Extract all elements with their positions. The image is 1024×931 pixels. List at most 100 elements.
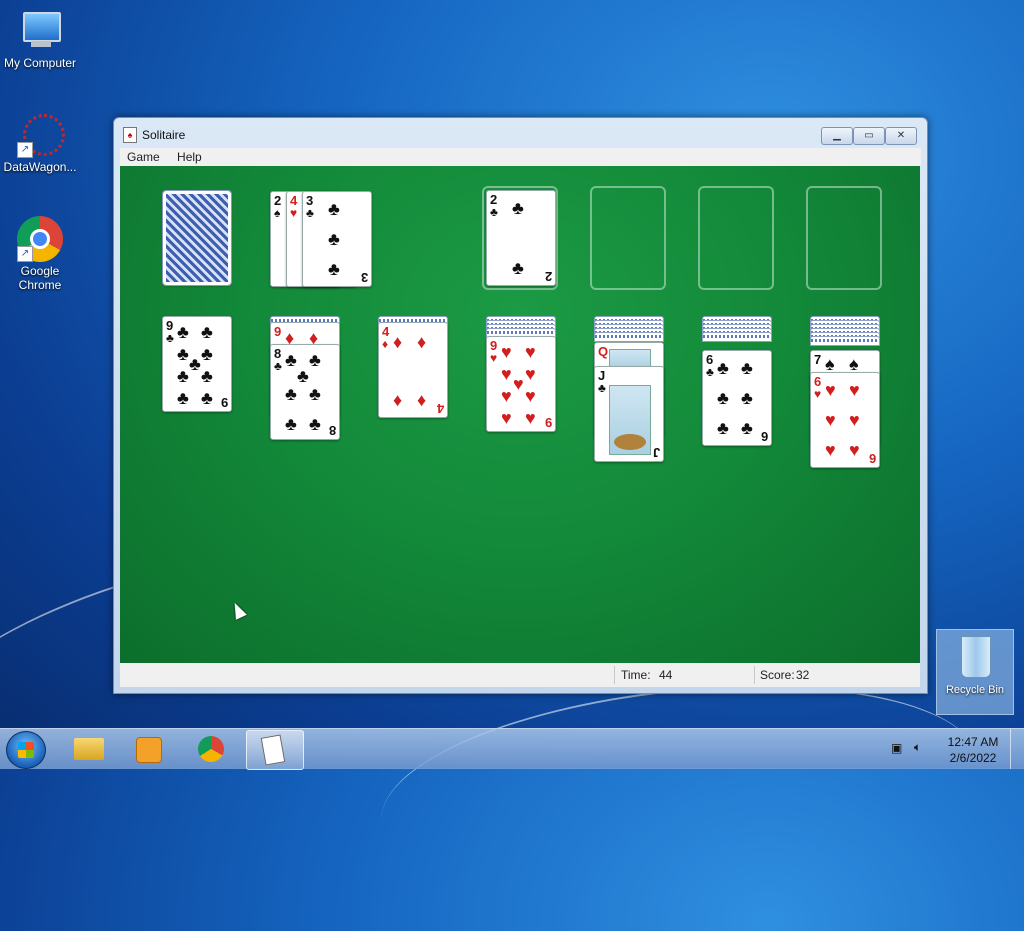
- spade-icon: ♠: [849, 354, 859, 374]
- desktop-icon-label: My Computer: [3, 56, 77, 70]
- club-icon: ♣: [717, 418, 729, 438]
- card-rank: 8: [328, 423, 336, 438]
- window-title: Solitaire: [142, 128, 186, 142]
- network-icon[interactable]: ▣: [891, 741, 902, 755]
- tableau-card[interactable]: 8 ♣ ♣ ♣ ♣ ♣ ♣ ♣ ♣ 8: [270, 344, 340, 440]
- chrome-icon: ↗: [17, 216, 63, 262]
- score-label: Score:: [760, 668, 795, 682]
- heart-icon: ♥: [501, 386, 512, 406]
- club-icon: ♣: [309, 350, 321, 370]
- start-button[interactable]: [6, 731, 46, 769]
- volume-icon[interactable]: 🔈︎: [914, 740, 921, 755]
- close-button[interactable]: ✕: [885, 127, 917, 145]
- heart-icon: ♥: [525, 408, 536, 428]
- club-icon: ♣: [598, 381, 606, 395]
- club-icon: ♣: [201, 388, 213, 408]
- menu-game[interactable]: Game: [120, 148, 167, 164]
- card-rank: 3: [360, 270, 368, 285]
- club-icon: ♣: [717, 388, 729, 408]
- foundation-slot-4[interactable]: [806, 186, 882, 290]
- heart-icon: ♥: [513, 374, 524, 394]
- desktop-icon-my-computer[interactable]: My Computer: [0, 8, 80, 70]
- menu-help[interactable]: Help: [170, 148, 209, 164]
- diamond-icon: ♦: [393, 390, 403, 410]
- tableau-card[interactable]: 9 ♥ ♥ ♥ ♥ ♥ ♥ ♥ ♥ ♥ ♥ 9: [486, 336, 556, 432]
- tableau-card[interactable]: 6 ♣ ♣ ♣ ♣ ♣ ♣ ♣ 6: [702, 350, 772, 446]
- heart-icon: ♥: [825, 440, 836, 460]
- heart-icon: ♥: [525, 364, 536, 384]
- club-icon: ♣: [741, 358, 753, 378]
- clock-date[interactable]: 2/6/2022: [944, 751, 1002, 765]
- windows-logo-icon: [18, 742, 34, 758]
- recycle-bin-icon: [961, 636, 991, 678]
- taskbar: ▣ 🔈︎ 12:47 AM 2/6/2022: [0, 728, 1024, 770]
- menu-bar: Game Help: [120, 148, 921, 166]
- media-player-icon: [136, 737, 162, 763]
- club-icon: ♣: [177, 322, 189, 342]
- taskbar-chrome[interactable]: [184, 730, 240, 768]
- title-bar[interactable]: ♠ Solitaire ▁ ▭ ✕: [114, 118, 927, 148]
- heart-icon: ♥: [290, 206, 298, 220]
- heart-icon: ♥: [825, 410, 836, 430]
- shortcut-arrow-icon: ↗: [17, 142, 33, 158]
- club-icon: ♣: [306, 206, 314, 220]
- diamond-icon: ♦: [417, 390, 427, 410]
- card-rank: 7: [814, 352, 822, 367]
- show-desktop-button[interactable]: [1010, 729, 1023, 769]
- foundation-slot-2[interactable]: [590, 186, 666, 290]
- foundation-slot-3[interactable]: [698, 186, 774, 290]
- taskbar-explorer[interactable]: [62, 730, 118, 768]
- status-divider: [614, 666, 615, 684]
- club-icon: ♣: [490, 205, 498, 219]
- foundation-card[interactable]: 2 ♣ ♣ ♣ 2: [486, 190, 556, 286]
- club-icon: ♣: [285, 384, 297, 404]
- tableau-card[interactable]: 6 ♥ ♥ ♥ ♥ ♥ ♥ ♥ 6: [810, 372, 880, 468]
- diamond-icon: ♦: [417, 332, 427, 352]
- tableau-card[interactable]: 4 ♦ ♦ ♦ ♦ ♦ 4: [378, 322, 448, 418]
- heart-icon: ♥: [814, 387, 822, 401]
- heart-icon: ♥: [849, 410, 860, 430]
- club-icon: ♣: [201, 322, 213, 342]
- club-icon: ♣: [328, 199, 340, 219]
- club-icon: ♣: [309, 384, 321, 404]
- time-value: 44: [659, 668, 673, 682]
- status-bar: Time: 44 Score: 32: [120, 663, 920, 687]
- minimize-button[interactable]: ▁: [821, 127, 853, 145]
- game-felt[interactable]: 2 ♠ 4 ♥ 3 ♣ ♣ ♣ ♣ 3 2 ♣ ♣ ♣ 2 9 ♣ ♣ ♣ ♣ …: [120, 166, 920, 663]
- desktop-icon-label: Google Chrome: [18, 264, 62, 292]
- diamond-icon: ♦: [393, 332, 403, 352]
- heart-icon: ♥: [501, 364, 512, 384]
- club-icon: ♣: [285, 350, 297, 370]
- heart-icon: ♥: [849, 380, 860, 400]
- desktop-icon-recycle-bin[interactable]: Recycle Bin: [936, 629, 1014, 715]
- club-icon: ♣: [177, 344, 189, 364]
- recycle-bin-label: Recycle Bin: [945, 684, 1005, 696]
- desktop-icon-datawagon[interactable]: ↗ DataWagon...: [0, 112, 80, 174]
- tableau-card[interactable]: J ♣ J: [594, 366, 664, 462]
- spade-icon: ♠: [274, 206, 281, 220]
- card-rank: J: [652, 445, 660, 460]
- tableau-card[interactable]: 9 ♣ ♣ ♣ ♣ ♣ ♣ ♣ ♣ ♣ ♣ 9: [162, 316, 232, 412]
- jack-face-art: [609, 385, 651, 455]
- score-value: 32: [796, 668, 810, 682]
- club-icon: ♣: [177, 366, 189, 386]
- waste-top-card[interactable]: 3 ♣ ♣ ♣ ♣ 3: [302, 191, 372, 287]
- solitaire-cards-icon: [260, 734, 286, 766]
- club-icon: ♣: [274, 359, 282, 373]
- club-icon: ♣: [201, 344, 213, 364]
- datawagon-icon: ↗: [17, 112, 65, 158]
- stock-pile[interactable]: [162, 190, 232, 286]
- status-divider: [754, 666, 755, 684]
- heart-icon: ♥: [525, 342, 536, 362]
- maximize-button[interactable]: ▭: [853, 127, 885, 145]
- taskbar-solitaire[interactable]: [246, 730, 304, 770]
- clock-time[interactable]: 12:47 AM: [944, 735, 1002, 749]
- spade-icon: ♠: [825, 354, 835, 374]
- mouse-cursor-icon: [229, 600, 247, 620]
- heart-icon: ♥: [501, 408, 512, 428]
- heart-icon: ♥: [525, 386, 536, 406]
- taskbar-media-player[interactable]: [122, 730, 178, 768]
- card-rank: 9: [220, 395, 228, 410]
- desktop-icon-google-chrome[interactable]: ↗ Google Chrome: [0, 216, 80, 292]
- heart-icon: ♥: [849, 440, 860, 460]
